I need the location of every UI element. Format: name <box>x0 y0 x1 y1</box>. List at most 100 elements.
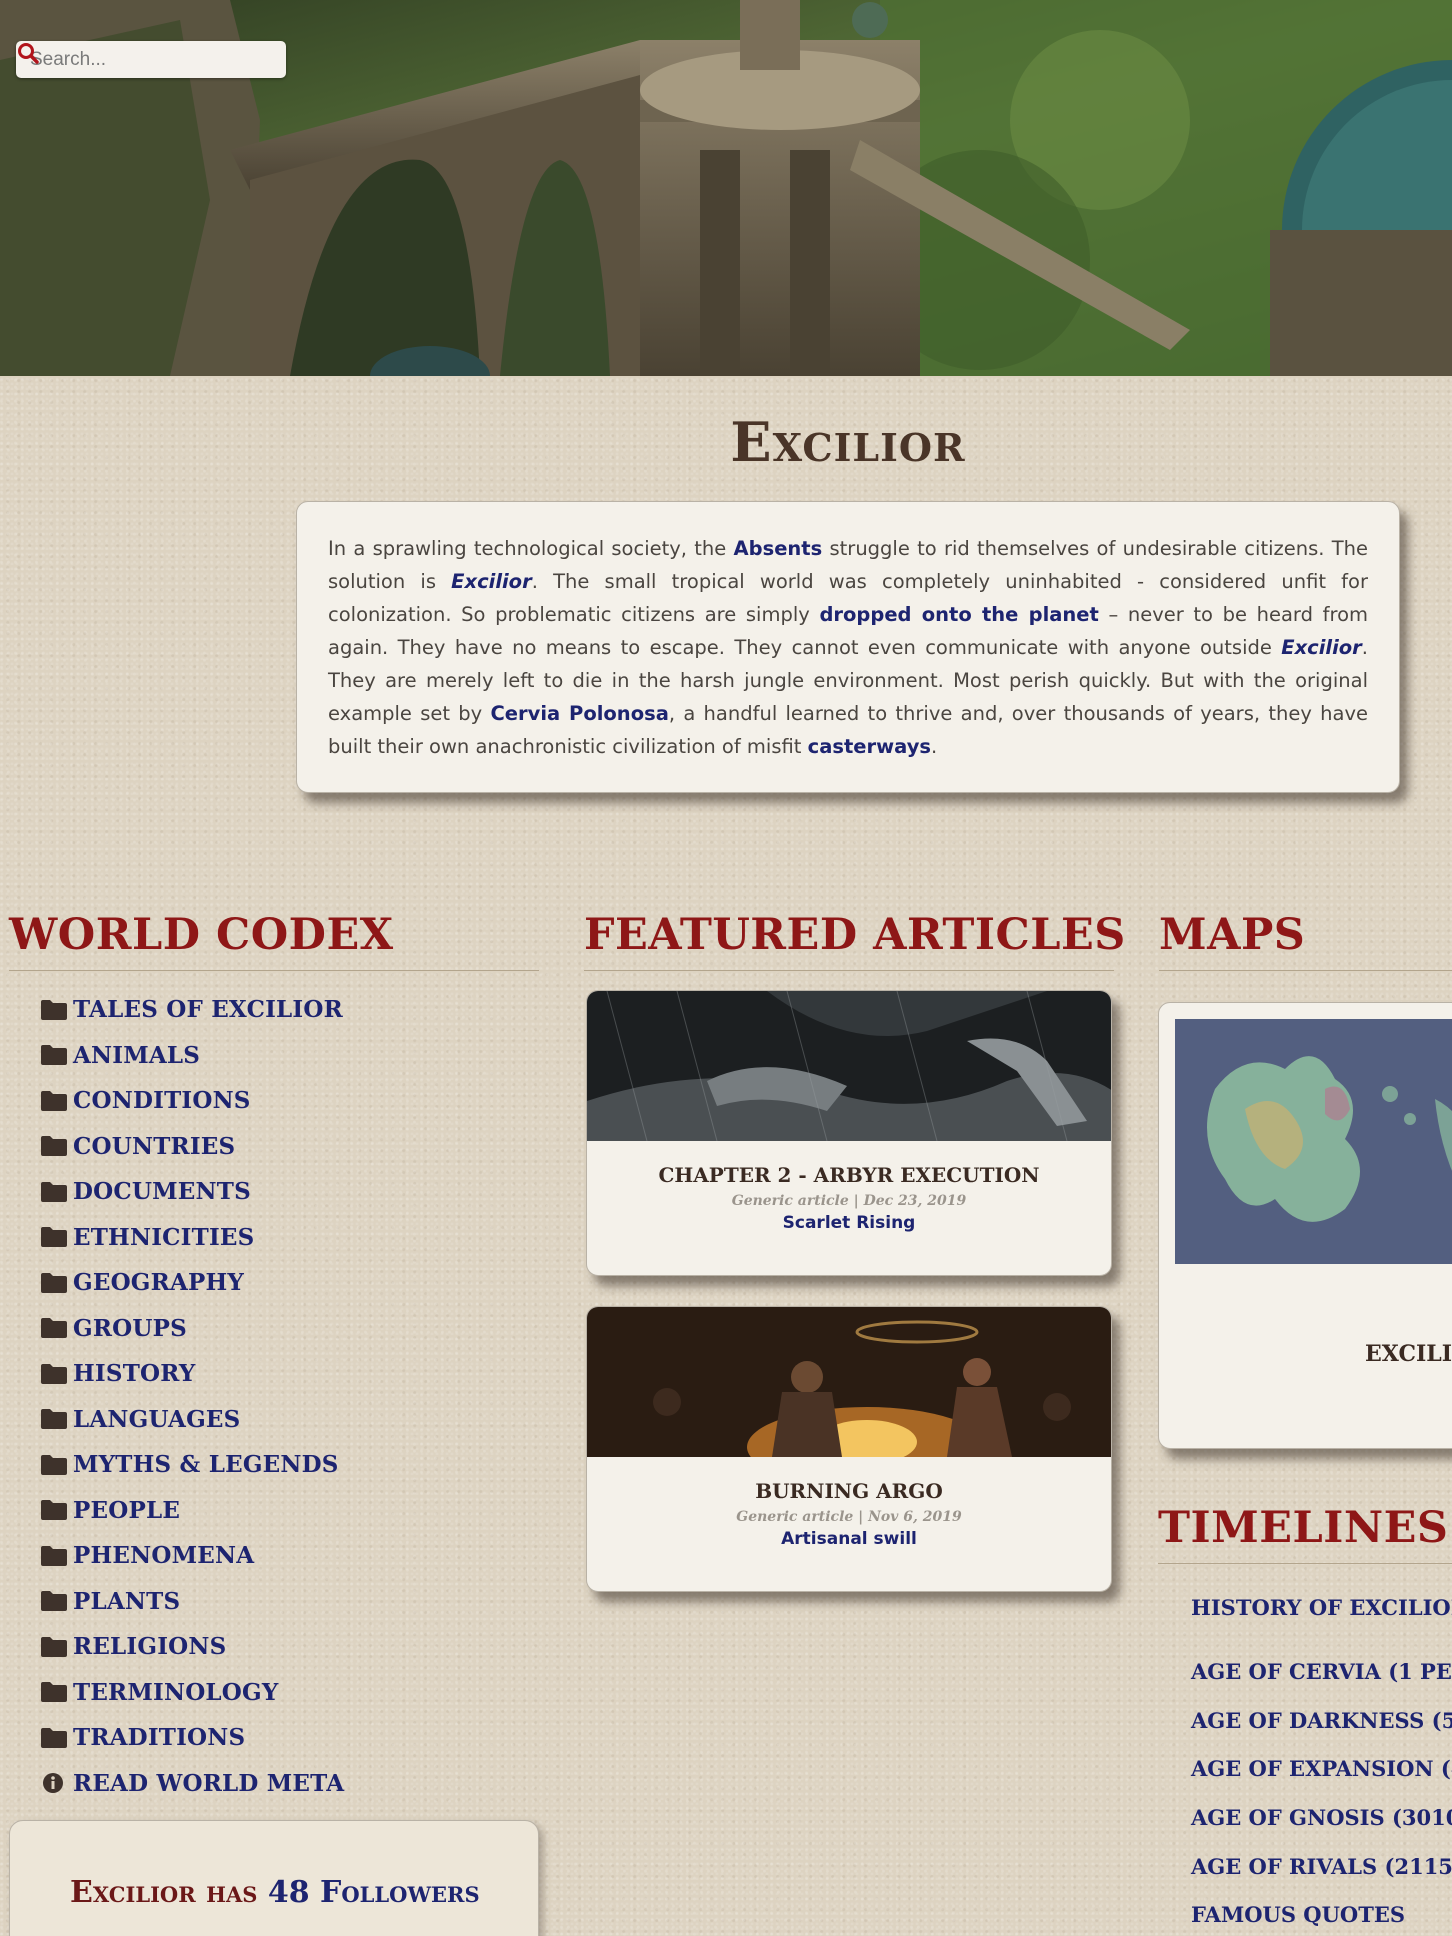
divider <box>584 970 1114 971</box>
timeline-item[interactable]: AGE OF GNOSIS (3010 E <box>1191 1805 1452 1830</box>
codex-item[interactable]: DOCUMENTS <box>40 1169 540 1215</box>
codex-item[interactable]: HISTORY <box>40 1351 540 1397</box>
casterways-link[interactable]: casterways <box>808 735 931 758</box>
folder-icon <box>41 1454 67 1475</box>
codex-item[interactable]: RELIGIONS <box>40 1624 540 1670</box>
search-bar <box>16 41 286 78</box>
codex-item[interactable]: COUNTRIES <box>40 1124 540 1170</box>
codex-item[interactable]: TALES OF EXCILIOR <box>40 987 540 1033</box>
cervia-polonosa-link[interactable]: Cervia Polonosa <box>490 702 668 725</box>
codex-item[interactable]: GROUPS <box>40 1306 540 1352</box>
article-thumbnail <box>587 991 1111 1141</box>
timeline-item[interactable]: FAMOUS QUOTES <box>1191 1902 1405 1927</box>
dropped-onto-planet-link[interactable]: dropped onto the planet <box>819 603 1098 626</box>
codex-item[interactable]: READ WORLD META <box>40 1761 540 1807</box>
folder-icon <box>41 1545 67 1566</box>
excilior-link[interactable]: Excilior <box>1281 636 1362 659</box>
timeline-item[interactable]: AGE OF DARKNESS (5 <box>1191 1708 1452 1733</box>
article-card[interactable]: CHAPTER 2 - ARBYR EXECUTION Generic arti… <box>586 990 1112 1276</box>
absents-link[interactable]: Absents <box>734 537 823 560</box>
intro-text: . <box>931 735 938 758</box>
featured-articles-heading: FEATURED ARTICLES <box>584 910 1126 960</box>
folder-icon <box>41 1727 67 1748</box>
world-codex-list: TALES OF EXCILIOR ANIMALS CONDITIONS COUNTR… <box>40 987 540 1806</box>
codex-item-label: ANIMALS <box>73 1041 201 1069</box>
timeline-item[interactable]: AGE OF CERVIA (1 PE T <box>1191 1659 1452 1684</box>
codex-item-label: GROUPS <box>73 1314 187 1342</box>
world-intro: In a sprawling technological society, th… <box>296 501 1400 793</box>
folder-icon <box>41 1181 67 1202</box>
codex-item-label: PEOPLE <box>73 1496 181 1524</box>
codex-item-label: ETHNICITIES <box>73 1223 255 1251</box>
intro-text: In a sprawling technological society, th… <box>328 537 734 560</box>
codex-item-label: COUNTRIES <box>73 1132 236 1160</box>
article-thumbnail <box>587 1307 1111 1457</box>
folder-icon <box>41 1136 67 1157</box>
search-input[interactable] <box>16 41 236 78</box>
codex-item-label: LANGUAGES <box>73 1405 241 1433</box>
article-meta: Generic article | Dec 23, 2019 <box>731 1193 967 1209</box>
map-thumbnail <box>1175 1019 1452 1264</box>
world-title: Excilior <box>730 410 966 474</box>
followers-text: Excilior has 48 Followers <box>70 1875 480 1910</box>
folder-icon <box>41 1591 67 1612</box>
timeline-item[interactable]: HISTORY OF EXCILIOR <box>1191 1595 1452 1620</box>
codex-item-label: TALES OF EXCILIOR <box>73 996 343 1024</box>
article-meta: Generic article | Nov 6, 2019 <box>736 1509 962 1525</box>
followers-count[interactable]: 48 Followers <box>268 1875 480 1910</box>
folder-icon <box>41 1318 67 1339</box>
folder-icon <box>41 1636 67 1657</box>
folder-icon <box>41 1363 67 1384</box>
article-card[interactable]: BURNING ARGO Generic article | Nov 6, 20… <box>586 1306 1112 1592</box>
codex-item-label: PLANTS <box>73 1587 181 1615</box>
codex-item-label: TERMINOLOGY <box>73 1678 279 1706</box>
article-subtitle[interactable]: Scarlet Rising <box>587 1213 1111 1233</box>
info-icon <box>43 1773 63 1794</box>
codex-item[interactable]: ETHNICITIES <box>40 1215 540 1261</box>
folder-icon <box>41 999 67 1020</box>
codex-item[interactable]: ANIMALS <box>40 1033 540 1079</box>
folder-icon <box>41 1045 67 1066</box>
folder-icon <box>41 1272 67 1293</box>
codex-item-label: PHENOMENA <box>73 1542 255 1570</box>
timeline-item[interactable]: AGE OF EXPANSION (4 <box>1191 1756 1452 1781</box>
world-codex-heading: WORLD CODEX <box>9 910 394 960</box>
codex-item[interactable]: TRADITIONS <box>40 1715 540 1761</box>
maps-heading: MAPS <box>1159 910 1306 960</box>
folder-icon <box>41 1090 67 1111</box>
codex-item-label: RELIGIONS <box>73 1633 227 1661</box>
codex-item-label: DOCUMENTS <box>73 1178 251 1206</box>
codex-item-label: CONDITIONS <box>73 1087 251 1115</box>
codex-item[interactable]: PEOPLE <box>40 1488 540 1534</box>
codex-item[interactable]: GEOGRAPHY <box>40 1260 540 1306</box>
codex-item[interactable]: CONDITIONS <box>40 1078 540 1124</box>
map-label[interactable]: EXCILIO <box>1365 1341 1452 1367</box>
divider <box>1158 1563 1452 1564</box>
codex-item-label: READ WORLD META <box>73 1769 345 1797</box>
codex-item[interactable]: PLANTS <box>40 1579 540 1625</box>
divider <box>1159 970 1452 971</box>
divider <box>9 970 539 971</box>
article-title[interactable]: BURNING ARGO <box>587 1479 1111 1503</box>
search-icon[interactable] <box>16 41 40 65</box>
followers-prefix: Excilior has <box>70 1875 268 1910</box>
codex-item-label: TRADITIONS <box>73 1724 246 1752</box>
folder-icon <box>41 1500 67 1521</box>
timeline-item[interactable]: AGE OF RIVALS (2115 P <box>1191 1854 1452 1879</box>
article-title[interactable]: CHAPTER 2 - ARBYR EXECUTION <box>587 1163 1111 1187</box>
followers-panel: Excilior has 48 Followers <box>9 1820 539 1936</box>
codex-item[interactable]: TERMINOLOGY <box>40 1670 540 1716</box>
folder-icon <box>41 1227 67 1248</box>
timelines-heading: TIMELINES <box>1158 1503 1449 1553</box>
hero-banner <box>0 0 1452 376</box>
folder-icon <box>41 1409 67 1430</box>
codex-item[interactable]: PHENOMENA <box>40 1533 540 1579</box>
codex-item-label: HISTORY <box>73 1360 196 1388</box>
article-subtitle[interactable]: Artisanal swill <box>587 1529 1111 1549</box>
codex-item[interactable]: MYTHS & LEGENDS <box>40 1442 540 1488</box>
codex-item[interactable]: LANGUAGES <box>40 1397 540 1443</box>
codex-item-label: GEOGRAPHY <box>73 1269 245 1297</box>
map-card[interactable]: EXCILIO <box>1158 1002 1452 1449</box>
folder-icon <box>41 1682 67 1703</box>
excilior-link[interactable]: Excilior <box>451 570 532 593</box>
